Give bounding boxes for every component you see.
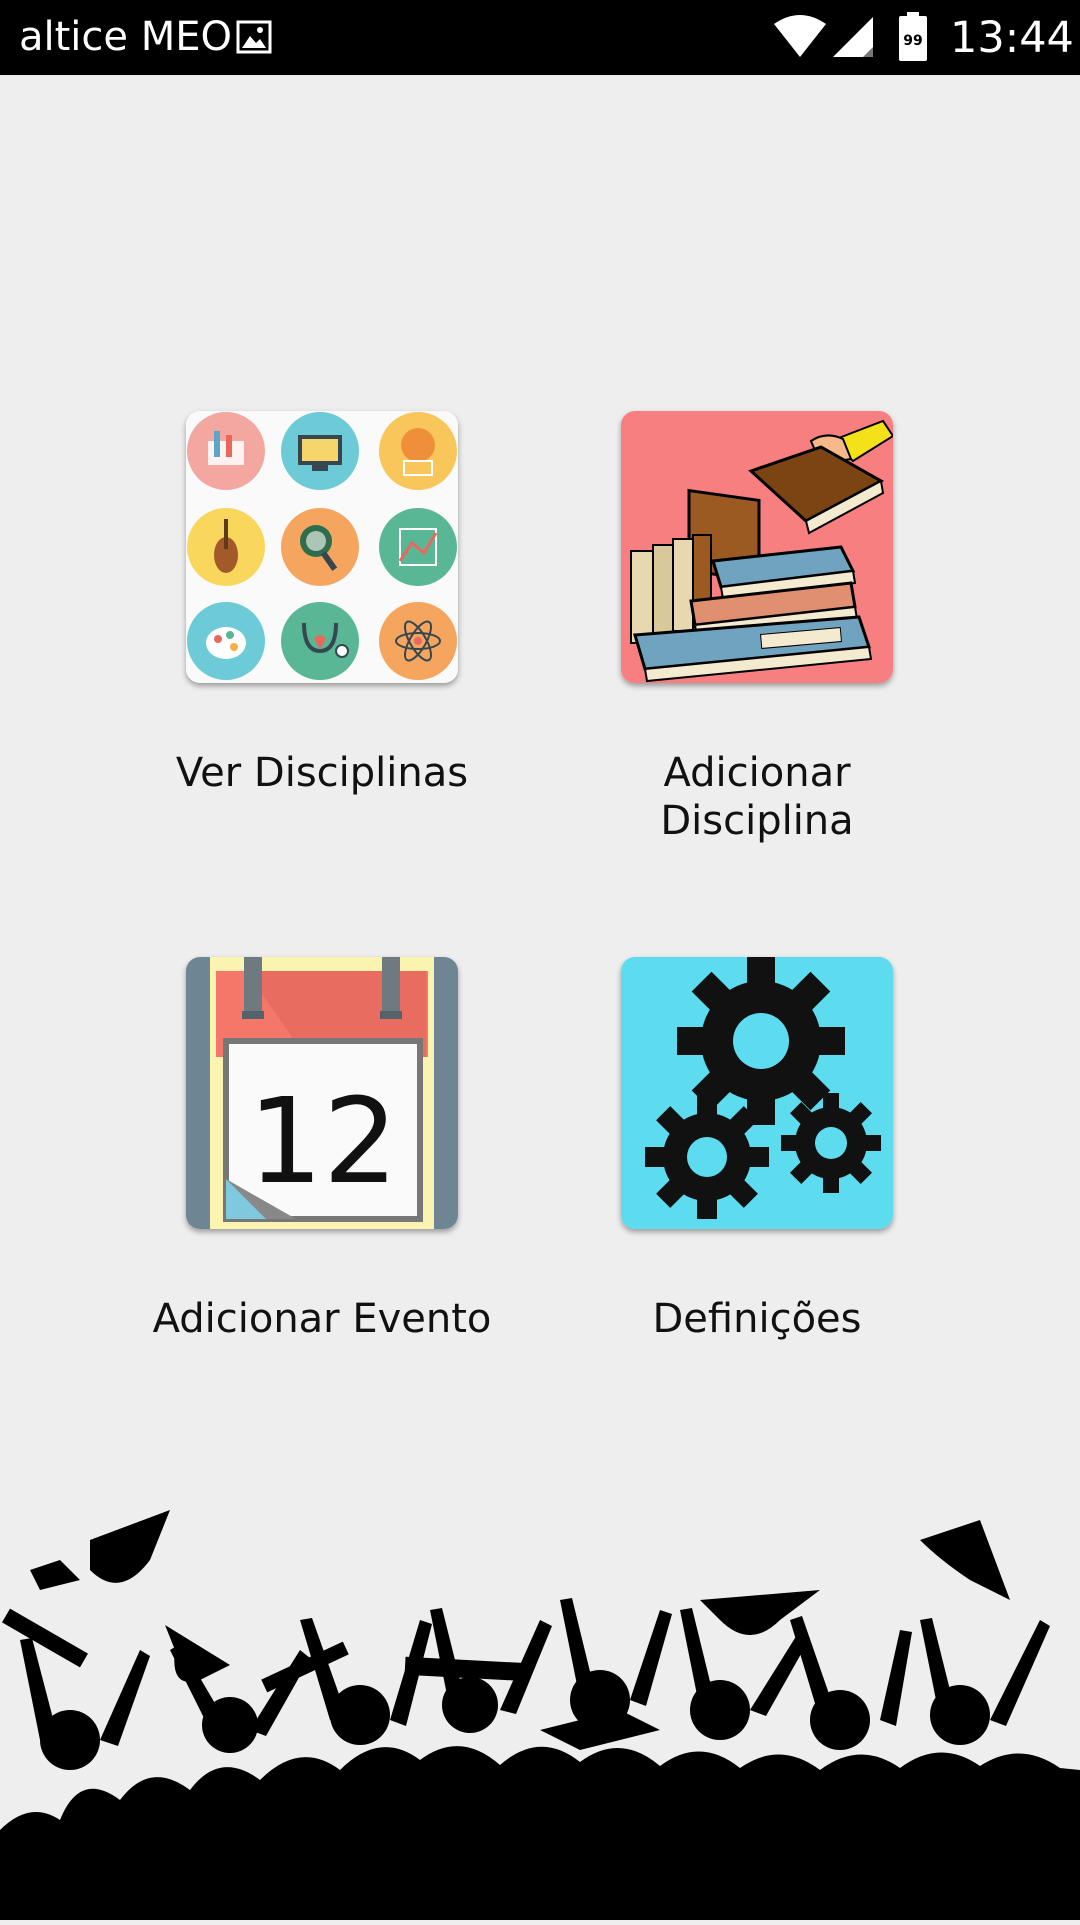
- calendar-day: 12: [248, 1072, 398, 1210]
- gears-icon: [621, 957, 893, 1229]
- carrier-name: altice MEO: [19, 14, 233, 60]
- books-icon: [621, 411, 893, 683]
- adicionar-disciplina-label: Adicionar Disciplina: [660, 750, 854, 844]
- battery-level: 99: [903, 33, 922, 49]
- battery-icon: 99: [898, 12, 928, 67]
- signal-icon: [831, 14, 875, 63]
- status-bar: altice MEO 99 13:44: [0, 0, 1080, 75]
- gallery-icon: [236, 20, 272, 59]
- adicionar-disciplina-button[interactable]: Adicionar Disciplina: [567, 411, 947, 844]
- subjects-grid-icon: [186, 411, 458, 683]
- adicionar-evento-button[interactable]: 12 Adicionar Evento: [132, 957, 512, 1342]
- wifi-icon: [772, 14, 828, 63]
- ver-disciplinas-label: Ver Disciplinas: [175, 750, 469, 796]
- definicoes-label: Definições: [652, 1296, 862, 1342]
- graduation-silhouette: [0, 1500, 1080, 1920]
- calendar-icon: 12: [186, 957, 458, 1229]
- adicionar-evento-label: Adicionar Evento: [152, 1296, 492, 1342]
- definicoes-button[interactable]: Definições: [567, 957, 947, 1342]
- ver-disciplinas-button[interactable]: Ver Disciplinas: [132, 411, 512, 796]
- clock: 13:44: [950, 13, 1074, 63]
